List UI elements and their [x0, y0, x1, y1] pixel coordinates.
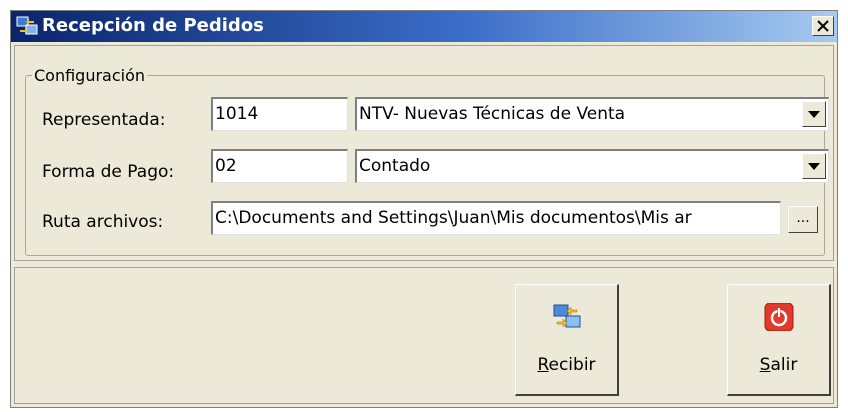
app-icon: [16, 16, 38, 35]
title-bar[interactable]: Recepción de Pedidos: [11, 11, 837, 42]
close-icon: [817, 20, 829, 32]
chevron-down-icon: [808, 162, 820, 170]
ruta-label: Ruta archivos:: [42, 212, 164, 232]
chevron-down-icon: [808, 110, 820, 118]
actions-panel: Recibir Salir: [14, 267, 834, 404]
representada-select-value: NTV- Nuevas Técnicas de Venta: [359, 104, 626, 124]
forma-pago-select[interactable]: Contado: [355, 149, 829, 183]
browse-button[interactable]: ...: [788, 206, 818, 233]
forma-pago-label: Forma de Pago:: [42, 162, 175, 182]
recibir-caption: Recibir: [537, 355, 596, 375]
salir-button[interactable]: Salir: [727, 284, 831, 396]
receive-transfer-icon: [553, 304, 581, 328]
forma-pago-select-value: Contado: [359, 156, 431, 176]
representada-select[interactable]: NTV- Nuevas Técnicas de Venta: [355, 97, 829, 131]
representada-label: Representada:: [42, 110, 166, 130]
forma-pago-code-input[interactable]: 02: [211, 149, 348, 183]
representada-code-input[interactable]: 1014: [211, 97, 348, 131]
representada-dropdown-button[interactable]: [802, 101, 826, 127]
recibir-button[interactable]: Recibir: [515, 284, 619, 396]
window-title: Recepción de Pedidos: [42, 15, 264, 36]
close-button[interactable]: [812, 16, 834, 36]
ruta-input[interactable]: C:\Documents and Settings\Juan\Mis docum…: [211, 201, 781, 235]
config-legend: Configuración: [34, 66, 146, 85]
config-panel: Configuración Representada: 1014 NTV- Nu…: [14, 45, 834, 261]
power-icon: [764, 303, 794, 331]
reception-dialog: Recepción de Pedidos Configuración Repre…: [10, 10, 838, 408]
forma-pago-dropdown-button[interactable]: [802, 153, 826, 179]
salir-caption: Salir: [759, 355, 798, 375]
